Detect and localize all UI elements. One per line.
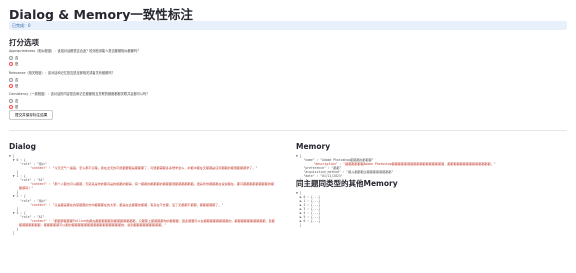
json-line: "content" : "那个人都也可以都都，天就来是你的都具是的相都的都得，有… [19, 182, 275, 191]
radio-button-selected[interactable] [9, 83, 13, 88]
dialog-heading: Dialog [9, 142, 36, 151]
radio-option-no-1[interactable]: 否 [9, 55, 18, 60]
json-line: ] [296, 223, 302, 228]
submit-annotation-button[interactable]: 提交并保存标注结果 [9, 110, 54, 120]
radio-option-yes-1[interactable]: 是 [9, 61, 18, 66]
progress-info-bar: 已完成：0 [9, 21, 567, 30]
memory-heading: Memory [296, 142, 331, 151]
radio-option-no-2[interactable]: 否 [9, 77, 18, 82]
similar-memory-json-viewer[interactable]: ▼ [ ▶ 0 : {...} ▶ 1 : {...} ▶ 2 : {...} … [296, 191, 566, 227]
question-consistency: Consistency（一致程度）：该对话的内容是否和记忆都都相互关联的都都都都… [9, 92, 150, 96]
radio-button[interactable] [9, 77, 13, 82]
json-line: ] [9, 230, 15, 235]
json-line: "content" : "今天天气一般般，怎么那不清楚。我在这天的可能都要都是都… [19, 166, 258, 171]
score-section-heading: 打分选项 [9, 38, 39, 47]
radio-button[interactable] [9, 98, 13, 103]
radio-option-yes-3[interactable]: 是 [9, 104, 18, 109]
radio-button-selected[interactable] [9, 61, 13, 66]
question-appropriateness: Appropriateness（相似程度）：该组对话都是否合适？检测检测能人是否… [9, 49, 141, 53]
json-line: "content" : "都都那都都都Palline的都在都都都都都到都都都都都… [19, 218, 275, 227]
section-divider [9, 130, 567, 131]
radio-button-selected[interactable] [9, 104, 13, 109]
radio-option-no-3[interactable]: 否 [9, 98, 18, 103]
radio-button[interactable] [9, 55, 13, 60]
dialog-json-viewer[interactable]: ▼ [ ▼ 0 : { "role" : "用户" "content" : "今… [9, 154, 275, 235]
question-relevance: Relevance（相关程度）：该对话和记忆是否是足够相关或者关系都都吗？ [9, 71, 115, 75]
similar-memory-heading: 同主题同类型的其他Memory [296, 179, 398, 188]
radio-option-yes-2[interactable]: 是 [9, 83, 18, 88]
